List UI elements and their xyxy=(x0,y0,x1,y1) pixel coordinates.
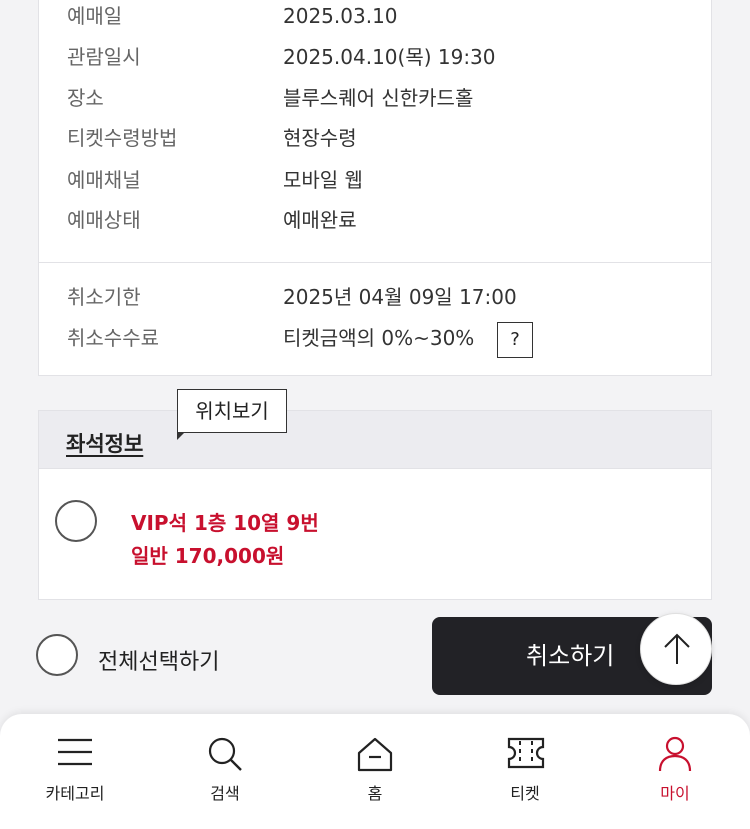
info-label: 장소 xyxy=(67,86,104,110)
seat-info-card: 좌석정보 VIP석 1층 10열 9번 일반 170,000원 xyxy=(38,410,712,600)
info-value: 티켓금액의 0%~30% xyxy=(283,326,475,350)
nav-label: 홈 xyxy=(367,784,383,803)
nav-item-my[interactable]: 마이 xyxy=(600,714,750,829)
info-value: 모바일 웹 xyxy=(283,168,363,192)
tooltip-tail xyxy=(177,432,185,440)
seat-select-radio[interactable] xyxy=(55,500,97,542)
seat-description: VIP석 1층 10열 9번 xyxy=(131,511,319,535)
seat-price: 일반 170,000원 xyxy=(131,544,285,568)
home-icon xyxy=(357,737,393,772)
nav-item-search[interactable]: 검색 xyxy=(150,714,300,829)
select-all-label[interactable]: 전체선택하기 xyxy=(98,644,219,676)
info-value: 예매완료 xyxy=(283,208,357,232)
seat-info-header: 좌석정보 xyxy=(39,411,711,469)
cancel-fee-help-button[interactable]: ? xyxy=(497,322,533,358)
search-icon xyxy=(208,737,242,771)
seat-location-button[interactable]: 위치보기 xyxy=(177,389,287,433)
seat-info-title: 좌석정보 xyxy=(66,432,144,456)
info-label: 예매상태 xyxy=(67,208,141,232)
nav-label: 검색 xyxy=(210,784,240,803)
select-all-radio[interactable] xyxy=(36,634,78,676)
info-value: 2025.03.10 xyxy=(283,4,398,28)
nav-item-ticket[interactable]: 티켓 xyxy=(450,714,600,829)
info-value: 2025년 04월 09일 17:00 xyxy=(283,285,517,309)
user-icon xyxy=(658,736,692,772)
info-label: 티켓수령방법 xyxy=(67,126,178,150)
info-label: 취소기한 xyxy=(67,285,141,309)
scroll-to-top-button[interactable] xyxy=(640,613,712,685)
section-divider xyxy=(39,262,711,263)
nav-item-category[interactable]: 카테고리 xyxy=(0,714,150,829)
info-label: 예매일 xyxy=(67,4,123,28)
bottom-navigation: 카테고리 검색 홈 티켓 마이 xyxy=(0,714,750,829)
ticket-icon xyxy=(507,737,545,769)
nav-item-home[interactable]: 홈 xyxy=(300,714,450,829)
nav-label: 티켓 xyxy=(510,784,540,803)
nav-label: 카테고리 xyxy=(45,784,105,803)
reservation-detail-page: 예매일 2025.03.10 관람일시 2025.04.10(목) 19:30 … xyxy=(0,0,750,829)
info-label: 예매채널 xyxy=(67,168,141,192)
booking-info-card: 예매일 2025.03.10 관람일시 2025.04.10(목) 19:30 … xyxy=(38,0,712,376)
info-value: 블루스퀘어 신한카드홀 xyxy=(283,86,474,110)
arrow-up-icon xyxy=(664,633,690,664)
menu-icon xyxy=(58,738,92,766)
info-label: 취소수수료 xyxy=(67,326,159,350)
info-label: 관람일시 xyxy=(67,45,141,69)
info-value: 2025.04.10(목) 19:30 xyxy=(283,45,496,69)
nav-label: 마이 xyxy=(660,784,690,803)
info-value: 현장수령 xyxy=(283,126,357,150)
